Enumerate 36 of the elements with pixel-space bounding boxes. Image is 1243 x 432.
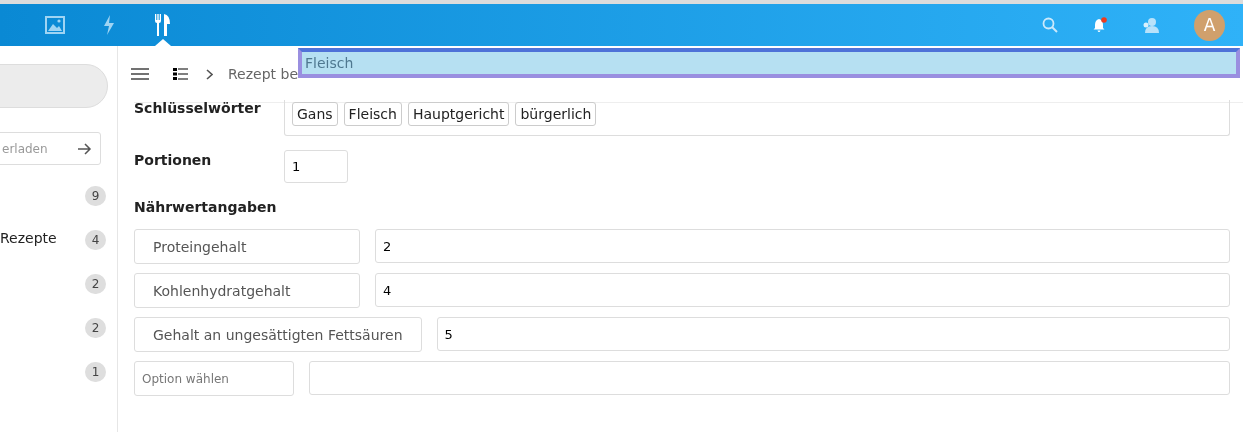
section-heading: Nährwertangaben xyxy=(134,199,278,215)
bell-icon[interactable] xyxy=(1092,17,1108,33)
chevron-right-icon xyxy=(206,68,213,80)
field-label: Schlüsselwörter xyxy=(134,100,262,118)
count-badge: 9 xyxy=(85,186,106,206)
input-field[interactable]: 2 xyxy=(375,229,1230,263)
input-field[interactable]: 4 xyxy=(375,273,1230,307)
sidebar-item[interactable]: Rezepte xyxy=(0,230,57,246)
search-icon[interactable] xyxy=(1042,17,1058,33)
count-badge: 2 xyxy=(85,318,106,338)
list-icon[interactable] xyxy=(173,68,188,80)
count-badge: 1 xyxy=(85,362,106,382)
count-badge: 4 xyxy=(85,230,106,250)
input-field[interactable] xyxy=(309,361,1230,395)
count-badge: 2 xyxy=(85,274,106,294)
nutrient-select[interactable]: Proteingehalt xyxy=(134,229,360,264)
keywords-field[interactable]: Gans Fleisch Hauptgericht bürgerlich xyxy=(284,100,1230,136)
contacts-icon[interactable] xyxy=(1142,17,1160,33)
image-icon xyxy=(45,16,65,34)
nutrient-select[interactable]: Gehalt an ungesättigten Fettsäuren xyxy=(134,317,422,352)
breadcrumb-text[interactable]: Rezept be xyxy=(228,66,298,82)
placeholder-text: erladen xyxy=(2,141,48,156)
keyword-tag[interactable]: Fleisch xyxy=(343,102,402,126)
keyword-tag[interactable]: Gans xyxy=(292,102,338,126)
field-label: Portionen xyxy=(134,152,213,168)
cutlery-icon xyxy=(154,14,172,36)
input-field[interactable]: 1 xyxy=(284,150,348,183)
nutrient-select[interactable]: Kohlenhydratgehalt xyxy=(134,273,360,308)
arrow-right-icon[interactable] xyxy=(78,142,92,155)
keyword-tag[interactable]: bürgerlich xyxy=(515,102,597,126)
menu-icon[interactable] xyxy=(131,68,149,80)
bolt-icon xyxy=(103,15,115,35)
option-select[interactable]: Option wählen xyxy=(134,361,294,396)
search-field[interactable] xyxy=(0,64,108,108)
input-field[interactable]: 5 xyxy=(436,317,1230,351)
keyword-tag[interactable]: Hauptgericht xyxy=(407,102,510,126)
